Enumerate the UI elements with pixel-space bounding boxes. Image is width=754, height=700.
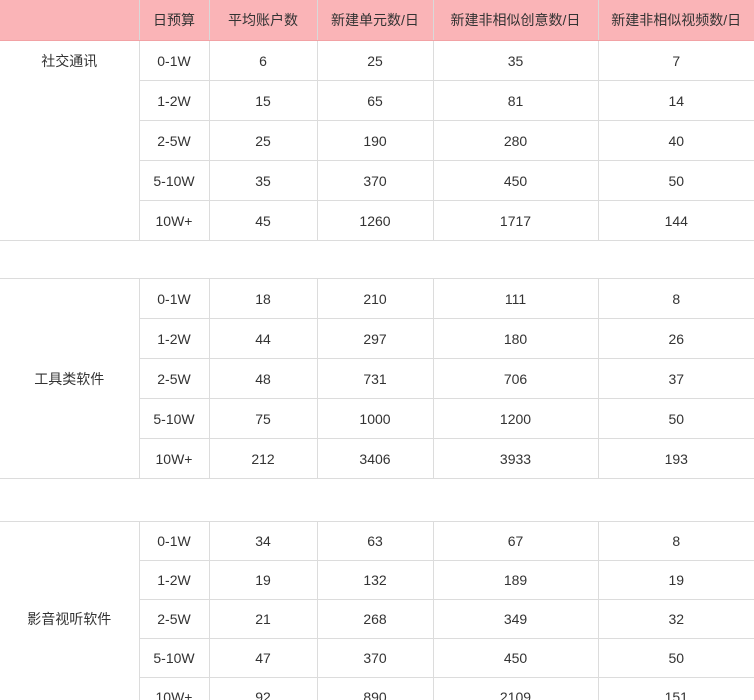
column-header-new-videos: 新建非相似视频数/日	[597, 0, 754, 41]
value-cell: 19	[597, 560, 754, 600]
value-cell: 212	[208, 438, 318, 479]
value-cell: 450	[432, 638, 599, 678]
column-header-new-creatives: 新建非相似创意数/日	[432, 0, 599, 41]
section-social-communication: 社交通讯 0-1W 6 25 35 7 1-2W 15 65 81 14 2-5…	[0, 40, 754, 241]
value-cell: 1000	[316, 398, 434, 439]
value-cell: 8	[597, 521, 754, 561]
table-row: 社交通讯 0-1W 6 25 35 7	[0, 40, 754, 241]
budget-cell: 5-10W	[139, 398, 210, 439]
value-cell: 26	[597, 318, 754, 359]
table-row: 工具类软件 0-1W 18 210 111 8	[0, 278, 754, 479]
value-cell: 890	[316, 677, 434, 700]
budget-cell: 10W+	[139, 677, 210, 700]
column-header-avg-accounts: 平均账户数	[208, 0, 318, 41]
budget-cell: 1-2W	[139, 560, 210, 600]
budget-stats-table: 日预算 平均账户数 新建单元数/日 新建非相似创意数/日 新建非相似视频数/日 …	[0, 0, 754, 700]
value-cell: 37	[597, 358, 754, 399]
section-gap-row	[0, 240, 754, 279]
value-cell: 1717	[432, 200, 599, 241]
value-cell: 25	[208, 120, 318, 161]
budget-cell: 2-5W	[139, 599, 210, 639]
category-cell: 工具类软件	[0, 278, 140, 479]
value-cell: 450	[432, 160, 599, 201]
column-header-daily-budget: 日预算	[138, 0, 210, 41]
value-cell: 18	[208, 278, 318, 319]
value-cell: 349	[432, 599, 599, 639]
value-cell: 44	[208, 318, 318, 359]
table-row: 影音视听软件 0-1W 34 63 67 8	[0, 521, 754, 700]
value-cell: 50	[597, 398, 754, 439]
value-cell: 2109	[432, 677, 599, 700]
value-cell: 81	[432, 80, 599, 121]
value-cell: 731	[316, 358, 434, 399]
value-cell: 151	[597, 677, 754, 700]
value-cell: 268	[316, 599, 434, 639]
value-cell: 47	[208, 638, 318, 678]
value-cell: 63	[316, 521, 434, 561]
value-cell: 210	[316, 278, 434, 319]
value-cell: 370	[316, 160, 434, 201]
value-cell: 14	[597, 80, 754, 121]
value-cell: 35	[208, 160, 318, 201]
value-cell: 1200	[432, 398, 599, 439]
value-cell: 40	[597, 120, 754, 161]
value-cell: 3933	[432, 438, 599, 479]
section-audio-video-software: 影音视听软件 0-1W 34 63 67 8 1-2W 19 132 189 1…	[0, 521, 754, 700]
value-cell: 75	[208, 398, 318, 439]
category-cell: 社交通讯	[0, 40, 140, 241]
value-cell: 15	[208, 80, 318, 121]
column-header-new-units: 新建单元数/日	[316, 0, 434, 41]
value-cell: 193	[597, 438, 754, 479]
value-cell: 32	[597, 599, 754, 639]
budget-cell: 0-1W	[138, 278, 210, 319]
section-gap	[0, 478, 754, 522]
budget-cell: 2-5W	[139, 120, 210, 161]
budget-cell: 5-10W	[139, 638, 210, 678]
value-cell: 7	[597, 40, 754, 81]
budget-cell: 10W+	[139, 200, 210, 241]
gap-cell	[0, 478, 754, 522]
value-cell: 8	[597, 278, 754, 319]
value-cell: 144	[597, 200, 754, 241]
header-row: 日预算 平均账户数 新建单元数/日 新建非相似创意数/日 新建非相似视频数/日	[0, 0, 754, 41]
budget-cell: 5-10W	[139, 160, 210, 201]
value-cell: 25	[316, 40, 434, 81]
category-cell: 影音视听软件	[0, 521, 140, 700]
section-gap-row	[0, 478, 754, 522]
value-cell: 1260	[316, 200, 434, 241]
value-cell: 132	[316, 560, 434, 600]
section-utility-software: 工具类软件 0-1W 18 210 111 8 1-2W 44 297 180 …	[0, 278, 754, 479]
value-cell: 48	[208, 358, 318, 399]
value-cell: 50	[597, 160, 754, 201]
budget-cell: 10W+	[139, 438, 210, 479]
value-cell: 21	[208, 599, 318, 639]
value-cell: 19	[208, 560, 318, 600]
value-cell: 189	[432, 560, 599, 600]
value-cell: 67	[432, 521, 599, 561]
section-gap	[0, 240, 754, 279]
value-cell: 706	[432, 358, 599, 399]
gap-cell	[0, 240, 754, 279]
budget-cell: 2-5W	[139, 358, 210, 399]
budget-cell: 1-2W	[139, 318, 210, 359]
budget-cell: 0-1W	[138, 521, 210, 561]
value-cell: 297	[316, 318, 434, 359]
value-cell: 3406	[316, 438, 434, 479]
value-cell: 45	[208, 200, 318, 241]
value-cell: 190	[316, 120, 434, 161]
value-cell: 34	[208, 521, 318, 561]
budget-cell: 0-1W	[138, 40, 210, 81]
column-header-category	[0, 0, 140, 41]
value-cell: 35	[432, 40, 599, 81]
value-cell: 111	[432, 278, 599, 319]
value-cell: 180	[432, 318, 599, 359]
value-cell: 280	[432, 120, 599, 161]
value-cell: 65	[316, 80, 434, 121]
value-cell: 92	[208, 677, 318, 700]
value-cell: 6	[208, 40, 318, 81]
value-cell: 370	[316, 638, 434, 678]
budget-cell: 1-2W	[139, 80, 210, 121]
table-header: 日预算 平均账户数 新建单元数/日 新建非相似创意数/日 新建非相似视频数/日	[0, 0, 754, 41]
value-cell: 50	[597, 638, 754, 678]
